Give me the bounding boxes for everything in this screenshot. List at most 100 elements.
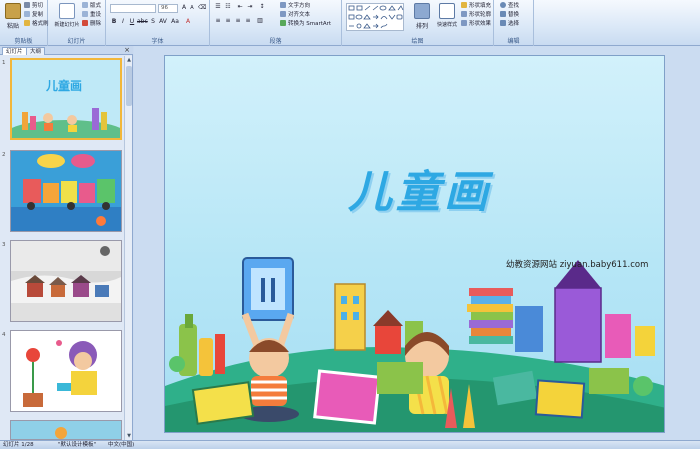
reset-icon — [82, 11, 88, 17]
italic-button[interactable]: I — [119, 18, 127, 26]
slides-label: 幻灯片 — [67, 38, 86, 45]
delete-button[interactable]: 删除 — [82, 20, 101, 28]
numbering-button[interactable]: ☷ — [224, 3, 232, 11]
copy-button[interactable]: 复制 — [24, 11, 43, 19]
layout-icon — [82, 2, 88, 8]
scroll-thumb[interactable] — [126, 66, 132, 106]
paste-icon — [5, 3, 21, 19]
panel-tabs: 幻灯片 大纲 × — [0, 46, 133, 55]
increase-indent-button[interactable]: ⇥ — [246, 3, 254, 11]
slide-number: 1 — [2, 60, 6, 66]
theme-status: "默认设计模板" — [58, 442, 97, 448]
panel-scrollbar[interactable]: ▲ ▼ — [124, 56, 132, 440]
underline-button[interactable]: U — [128, 18, 136, 26]
new-slide-button[interactable]: 新建幻灯片 — [54, 2, 80, 34]
slide-thumbnail-2[interactable] — [10, 150, 122, 232]
shadow-button[interactable]: S — [149, 18, 157, 26]
slide-thumbnail-1[interactable]: 儿童画 — [10, 58, 122, 140]
paragraph-label: 段落 — [269, 38, 282, 45]
tab-slides[interactable]: 幻灯片 — [2, 47, 27, 55]
brush-icon — [24, 20, 30, 26]
slide-thumbnail-4[interactable] — [10, 330, 122, 412]
status-bar: 幻灯片 1/28 "默认设计模板" 中文(中国) — [0, 440, 700, 449]
fill-icon — [461, 2, 467, 8]
effects-icon — [461, 20, 467, 26]
slide-panel: 幻灯片 大纲 × 1 儿童画 2 3 4 ▲ ▼ — [0, 46, 133, 440]
clear-format-button[interactable]: ⌫ — [198, 4, 206, 12]
smartart-button[interactable]: 转换为 SmartArt — [280, 20, 331, 28]
shrink-font-button[interactable]: A — [188, 4, 196, 12]
clipboard-label: 剪贴板 — [14, 38, 33, 45]
slide-number: 4 — [2, 332, 6, 338]
select-icon — [500, 20, 506, 26]
reset-button[interactable]: 重设 — [82, 11, 101, 19]
clipboard-group: 粘贴 剪切 复制 格式刷 剪贴板 — [0, 0, 49, 46]
align-text-icon — [280, 11, 286, 17]
decrease-indent-button[interactable]: ⇤ — [236, 3, 244, 11]
drawing-group: 排列 快速样式 形状填充 形状轮廓 形状效果 绘图 — [342, 0, 494, 46]
scroll-up-icon[interactable]: ▲ — [125, 56, 133, 64]
shape-fill-button[interactable]: 形状填充 — [461, 2, 491, 10]
bold-button[interactable]: B — [110, 18, 118, 26]
spacing-button[interactable]: AV — [159, 18, 167, 26]
bullets-button[interactable]: ☰ — [214, 3, 222, 11]
shapes-gallery[interactable] — [346, 3, 404, 31]
slide-count-status: 幻灯片 1/28 — [3, 442, 34, 448]
grow-font-button[interactable]: A — [180, 4, 188, 12]
copy-icon — [24, 11, 30, 17]
svg-text:儿童画: 儿童画 — [45, 78, 82, 93]
find-button[interactable]: 查找 — [500, 2, 519, 10]
layout-button[interactable]: 版式 — [82, 2, 101, 10]
paste-button[interactable]: 粘贴 — [2, 2, 24, 34]
justify-button[interactable]: ≡ — [244, 17, 252, 25]
strikethrough-button[interactable]: abc — [137, 18, 148, 26]
slide-canvas[interactable]: 儿童画 幼教资源网站 ziyuan.baby611.com — [164, 55, 665, 433]
drawing-label: 绘图 — [411, 38, 424, 45]
align-left-button[interactable]: ≡ — [214, 17, 222, 25]
text-direction-button[interactable]: 文字方向 — [280, 2, 310, 10]
scroll-down-icon[interactable]: ▼ — [125, 432, 133, 440]
columns-button[interactable]: ▥ — [256, 17, 264, 25]
shape-effects-button[interactable]: 形状效果 — [461, 20, 491, 28]
line-spacing-button[interactable]: ↕ — [258, 3, 266, 11]
delete-icon — [82, 20, 88, 26]
close-icon[interactable]: × — [124, 46, 130, 55]
font-color-button[interactable]: A — [184, 18, 192, 26]
cut-button[interactable]: 剪切 — [24, 2, 43, 10]
thumbnail-2-image — [11, 151, 121, 231]
change-case-button[interactable]: Aa — [171, 18, 179, 26]
editing-label: 编辑 — [507, 38, 520, 45]
ribbon: 粘贴 剪切 复制 格式刷 剪贴板 新建幻灯片 版式 重设 删除 幻灯片 96 A… — [0, 0, 700, 46]
align-center-button[interactable]: ≡ — [224, 17, 232, 25]
shape-outline-button[interactable]: 形状轮廓 — [461, 11, 491, 19]
font-group: 96 A A ⌫ B I U abc S AV Aa A 字体 — [106, 0, 210, 46]
format-painter-button[interactable]: 格式刷 — [24, 20, 49, 28]
align-right-button[interactable]: ≡ — [234, 17, 242, 25]
arrange-icon — [414, 3, 430, 19]
slide-editor: 儿童画 幼教资源网站 ziyuan.baby611.com — [134, 46, 700, 440]
editing-group: 查找 替换 选择 编辑 — [494, 0, 534, 46]
slide-thumbnail-3[interactable] — [10, 240, 122, 322]
watermark-text: 幼教资源网站 ziyuan.baby611.com — [506, 260, 649, 270]
slide-title[interactable]: 儿童画 — [325, 156, 515, 220]
font-size-box[interactable]: 96 — [158, 4, 178, 13]
replace-icon — [500, 11, 506, 17]
font-label: 字体 — [151, 38, 164, 45]
font-name-box[interactable] — [110, 4, 156, 13]
shapes-icons — [348, 5, 404, 29]
smartart-icon — [280, 20, 286, 26]
new-slide-icon — [59, 3, 75, 19]
outline-icon — [461, 11, 467, 17]
align-text-button[interactable]: 对齐文本 — [280, 11, 310, 19]
tab-outline[interactable]: 大纲 — [26, 47, 46, 55]
slide-thumbnail-5[interactable] — [10, 420, 122, 440]
language-status: 中文(中国) — [108, 442, 135, 448]
thumbnail-5-image — [11, 421, 121, 439]
arrange-button[interactable]: 排列 — [410, 2, 434, 34]
replace-button[interactable]: 替换 — [500, 11, 519, 19]
slides-group: 新建幻灯片 版式 重设 删除 幻灯片 — [48, 0, 106, 46]
paragraph-group: ☰ ☷ ⇤ ⇥ ↕ ≡ ≡ ≡ ≡ ▥ 文字方向 对齐文本 转换为 SmartA… — [210, 0, 342, 46]
thumbnail-1-image: 儿童画 — [12, 60, 120, 138]
select-button[interactable]: 选择 — [500, 20, 519, 28]
quick-styles-button[interactable]: 快速样式 — [434, 2, 460, 34]
